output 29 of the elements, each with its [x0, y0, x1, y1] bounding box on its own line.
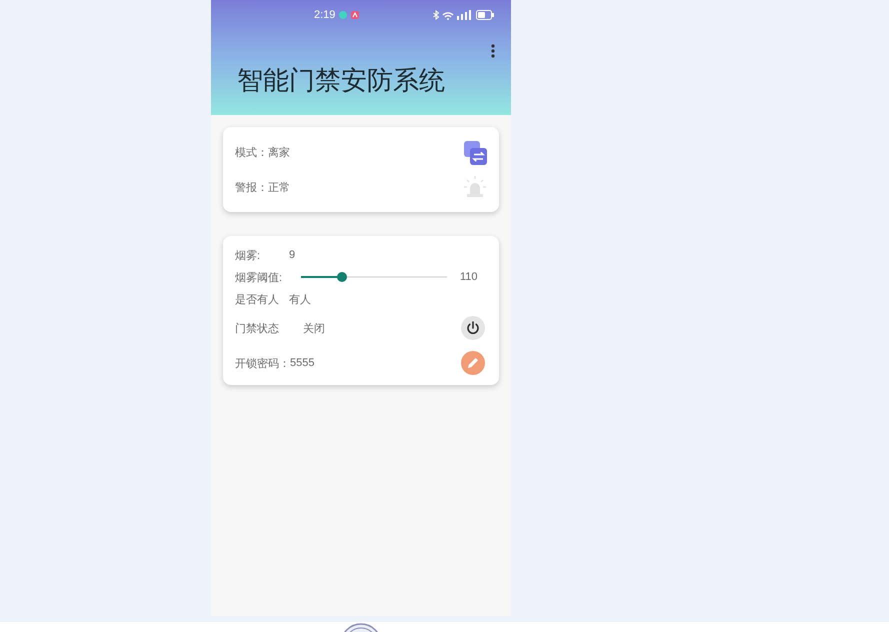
field-label: 门禁状态 — [235, 322, 280, 336]
notification-dot-icon — [339, 11, 348, 19]
wifi-icon — [442, 10, 454, 20]
signal-icon — [457, 10, 473, 20]
bluetooth-icon — [433, 10, 439, 20]
app-notification-icon — [351, 11, 360, 19]
battery-icon — [476, 10, 494, 20]
pencil-icon — [466, 356, 480, 370]
status-time: 2:19 — [314, 9, 336, 21]
field-label: 烟雾: — [235, 248, 262, 262]
power-icon — [466, 321, 480, 335]
field-label: 模式： — [235, 146, 268, 160]
field-label: 是否有人 — [235, 292, 280, 306]
field-label: 烟雾阈值: — [235, 270, 284, 284]
siren-icon — [463, 175, 487, 199]
power-button[interactable] — [461, 316, 485, 340]
app-title: 智能门禁安防系统 — [237, 64, 446, 97]
field-value: 正常 — [268, 180, 290, 194]
swap-icon[interactable] — [463, 140, 487, 164]
field-value: 有人 — [289, 292, 311, 306]
field-value: 关闭 — [303, 322, 325, 336]
field-value: 9 — [289, 249, 296, 261]
more-menu-icon[interactable] — [491, 44, 495, 58]
field-value: 离家 — [268, 146, 290, 160]
field-label: 开锁密码： — [235, 356, 290, 370]
threshold-value: 110 — [460, 271, 478, 283]
field-label: 警报： — [235, 180, 268, 194]
slider-thumb[interactable] — [336, 272, 347, 282]
field-value: 5555 — [290, 357, 314, 369]
